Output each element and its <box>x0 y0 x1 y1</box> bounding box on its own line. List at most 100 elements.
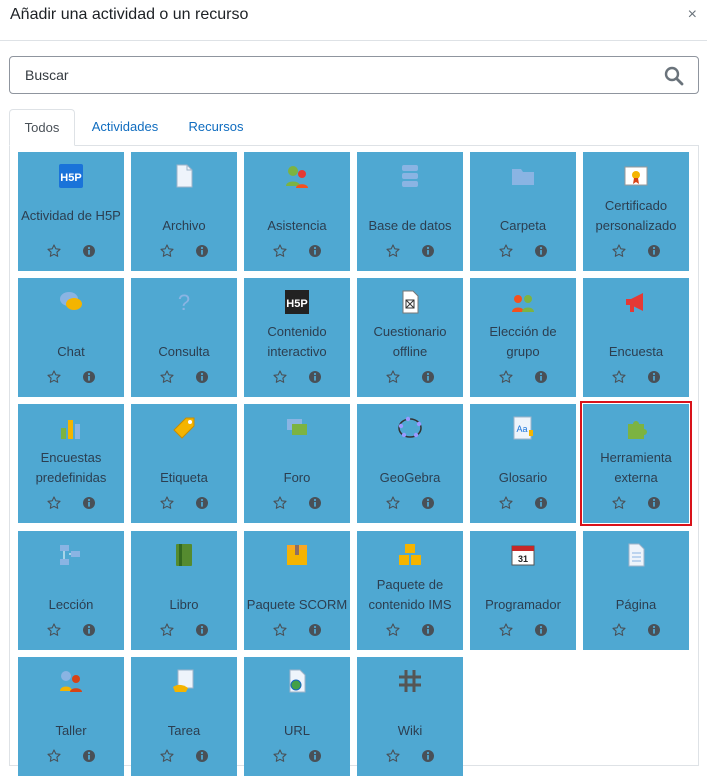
info-icon[interactable] <box>534 370 548 384</box>
close-icon[interactable]: × <box>688 6 697 24</box>
star-icon[interactable] <box>612 370 626 384</box>
star-icon[interactable] <box>160 244 174 258</box>
activity-tile[interactable]: Base de datos <box>357 152 463 271</box>
activity-tile[interactable]: 31 Programador <box>470 531 576 650</box>
star-icon[interactable] <box>499 623 513 637</box>
activity-tile[interactable]: Libro <box>131 531 237 650</box>
book-icon <box>176 544 192 566</box>
info-icon[interactable] <box>534 623 548 637</box>
tab-actividades[interactable]: Actividades <box>79 109 171 146</box>
star-icon[interactable] <box>273 370 287 384</box>
dialog-title: Añadir una actividad o un recurso <box>10 6 249 23</box>
star-icon[interactable] <box>160 370 174 384</box>
activity-tile[interactable]: GeoGebra <box>357 404 463 523</box>
star-icon[interactable] <box>273 244 287 258</box>
star-icon[interactable] <box>386 496 400 510</box>
star-icon[interactable] <box>612 244 626 258</box>
activity-tile[interactable]: Taller <box>18 657 124 776</box>
activity-tile[interactable]: Encuesta <box>583 278 689 397</box>
star-icon[interactable] <box>160 623 174 637</box>
activity-tile[interactable]: Página <box>583 531 689 650</box>
wiki-icon <box>399 670 421 692</box>
info-icon[interactable] <box>647 623 661 637</box>
info-icon[interactable] <box>308 496 322 510</box>
info-icon[interactable] <box>421 244 435 258</box>
star-icon[interactable] <box>47 244 61 258</box>
info-icon[interactable] <box>82 749 96 763</box>
activity-tile[interactable]: Herramienta externa <box>580 401 692 526</box>
tile-label: Tarea <box>167 723 201 738</box>
star-icon[interactable] <box>47 370 61 384</box>
info-icon[interactable] <box>308 370 322 384</box>
star-icon[interactable] <box>386 370 400 384</box>
star-icon[interactable] <box>273 749 287 763</box>
activity-tile[interactable]: Paquete SCORM <box>244 531 350 650</box>
info-icon[interactable] <box>308 244 322 258</box>
info-icon[interactable] <box>534 244 548 258</box>
activity-tile[interactable]: Chat <box>18 278 124 397</box>
activity-tile[interactable]: Etiqueta <box>131 404 237 523</box>
info-icon[interactable] <box>421 496 435 510</box>
star-icon[interactable] <box>47 623 61 637</box>
info-icon[interactable] <box>82 244 96 258</box>
h5p-dark-icon: H5P <box>285 290 309 314</box>
star-icon[interactable] <box>386 749 400 763</box>
activity-tile[interactable]: Asistencia <box>244 152 350 271</box>
activity-tile[interactable]: Foro <box>244 404 350 523</box>
activity-tile[interactable]: Certificado personalizado <box>583 152 689 271</box>
file-icon <box>176 164 193 188</box>
activity-tile[interactable]: Wiki <box>357 657 463 776</box>
info-icon[interactable] <box>195 496 209 510</box>
info-icon[interactable] <box>308 749 322 763</box>
star-icon[interactable] <box>47 496 61 510</box>
activity-tile[interactable]: Elección de grupo <box>470 278 576 397</box>
star-icon[interactable] <box>160 749 174 763</box>
star-icon[interactable] <box>47 749 61 763</box>
activity-tile[interactable]: H5P Actividad de H5P <box>18 152 124 271</box>
tile-label: Página <box>615 597 657 612</box>
star-icon[interactable] <box>612 496 626 510</box>
info-icon[interactable] <box>82 496 96 510</box>
activity-tile[interactable]: Archivo <box>131 152 237 271</box>
activity-tile[interactable]: Lección <box>18 531 124 650</box>
info-icon[interactable] <box>195 623 209 637</box>
info-icon[interactable] <box>195 370 209 384</box>
activity-tile[interactable]: Paquete de contenido IMS <box>357 531 463 650</box>
info-icon[interactable] <box>647 244 661 258</box>
star-icon[interactable] <box>499 370 513 384</box>
info-icon[interactable] <box>308 623 322 637</box>
tile-label: Archivo <box>162 218 206 233</box>
activity-tile[interactable]: Encuestas predefinidas <box>18 404 124 523</box>
info-icon[interactable] <box>82 623 96 637</box>
star-icon[interactable] <box>386 244 400 258</box>
star-icon[interactable] <box>612 623 626 637</box>
search-input[interactable] <box>10 57 650 93</box>
info-icon[interactable] <box>421 749 435 763</box>
activity-tile[interactable]: URL <box>244 657 350 776</box>
info-icon[interactable] <box>421 370 435 384</box>
svg-text:H5P: H5P <box>286 298 307 310</box>
info-icon[interactable] <box>647 370 661 384</box>
star-icon[interactable] <box>499 496 513 510</box>
activity-tile[interactable]: Aa Glosario <box>470 404 576 523</box>
info-icon[interactable] <box>421 623 435 637</box>
info-icon[interactable] <box>195 749 209 763</box>
info-icon[interactable] <box>82 370 96 384</box>
star-icon[interactable] <box>273 623 287 637</box>
tab-todos[interactable]: Todos <box>9 109 75 146</box>
star-icon[interactable] <box>160 496 174 510</box>
info-icon[interactable] <box>647 496 661 510</box>
tab-recursos[interactable]: Recursos <box>175 109 257 146</box>
activity-tile[interactable]: Carpeta <box>470 152 576 271</box>
search-icon[interactable] <box>664 66 684 86</box>
star-icon[interactable] <box>499 244 513 258</box>
tile-label: Certificado personalizado <box>595 198 677 233</box>
star-icon[interactable] <box>386 623 400 637</box>
activity-tile[interactable]: H5P Contenido interactivo <box>244 278 350 397</box>
info-icon[interactable] <box>534 496 548 510</box>
info-icon[interactable] <box>195 244 209 258</box>
star-icon[interactable] <box>273 496 287 510</box>
activity-tile[interactable]: ? Consulta <box>131 278 237 397</box>
activity-tile[interactable]: Cuestionario offline <box>357 278 463 397</box>
activity-tile[interactable]: Tarea <box>131 657 237 776</box>
